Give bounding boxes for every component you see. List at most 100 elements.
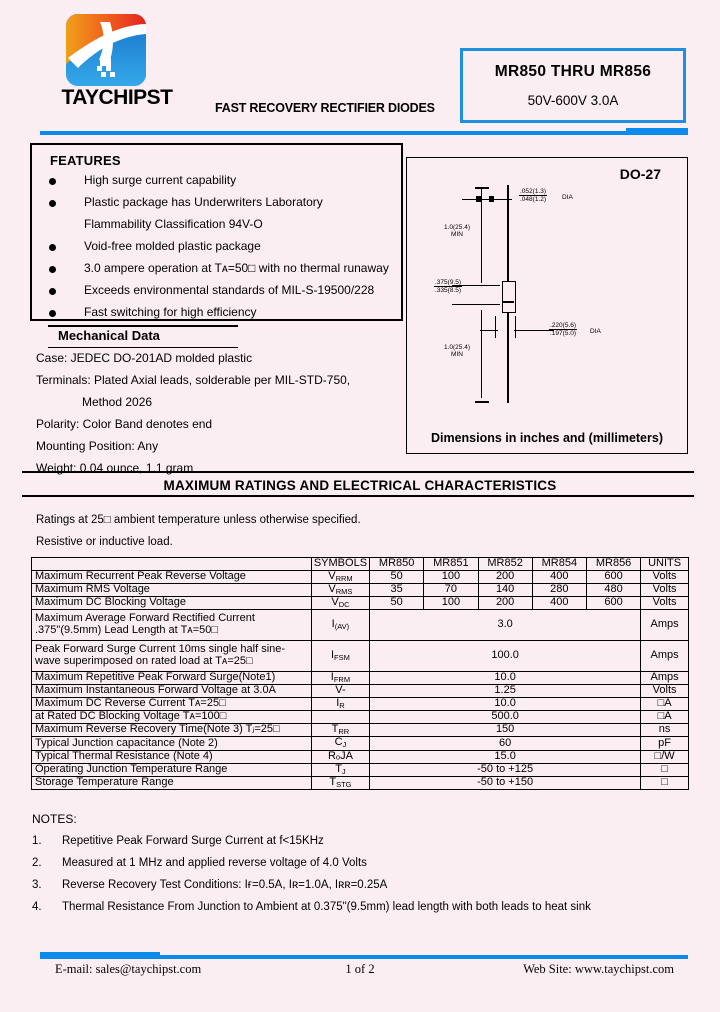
- value-all-parts: 3.0: [369, 609, 642, 642]
- body-dia-num: .220(5.6): [549, 322, 578, 331]
- table-row: Maximum DC Blocking Voltage VDC 50 100 2…: [31, 596, 689, 611]
- unit: Amps: [640, 671, 689, 686]
- symbol-subscript: FSM: [334, 653, 350, 663]
- note-text: Thermal Resistance From Junction to Ambi…: [62, 901, 591, 913]
- value-all-parts: 100.0: [369, 640, 642, 673]
- value-all-parts: -50 to +150: [369, 775, 642, 790]
- load-condition-note: Resistive or inductive load.: [36, 536, 173, 548]
- feature-text: Fast switching for high efficiency: [84, 305, 257, 319]
- diagram-caption: Dimensions in inches and (millimeters): [430, 431, 663, 445]
- symbol-subscript: STG: [336, 779, 352, 789]
- param-symbol: IFSM: [310, 640, 371, 673]
- body-dia-dimension: .220(5.6) .197(5.0): [549, 322, 578, 338]
- value-mr852: 140: [477, 582, 533, 598]
- value-mr851: 100: [423, 569, 479, 584]
- param-name: Maximum DC Blocking Voltage: [31, 596, 312, 611]
- symbol-subscript: J: [341, 766, 346, 776]
- param-symbol: TJ: [310, 762, 371, 777]
- top-length-dimension: 1.0(25.4) MIN: [433, 224, 481, 239]
- col-header-mr851: MR851: [423, 557, 479, 571]
- note-number: 1.: [32, 835, 42, 847]
- bottom-length-value: 1.0(25.4): [443, 344, 471, 351]
- symbol-subscript: J: [342, 740, 347, 750]
- table-row: Maximum DC Reverse Current Tᴀ=25□ IR 10.…: [31, 697, 689, 712]
- param-symbol: TRR: [310, 723, 371, 738]
- dim-arrow-top: [481, 275, 483, 283]
- note-item: 1. Repetitive Peak Forward Surge Current…: [32, 835, 692, 847]
- body-dia-label: DIA: [590, 328, 601, 335]
- value-mr856: 600: [585, 596, 642, 611]
- note-item: 4. Thermal Resistance From Junction to A…: [32, 901, 692, 913]
- unit: □: [640, 762, 689, 777]
- param-symbol: [310, 710, 371, 725]
- notes-section: NOTES: 1. Repetitive Peak Forward Surge …: [32, 812, 692, 923]
- value-mr854: 280: [531, 582, 587, 598]
- value-mr851: 70: [423, 582, 479, 598]
- param-symbol: TSTG: [310, 775, 371, 790]
- feature-item-continuation: Flammability Classification 94V-O: [48, 217, 398, 239]
- feature-text: High surge current capability: [84, 173, 237, 187]
- table-row: Operating Junction Temperature Range TJ …: [31, 762, 689, 777]
- unit: ns: [640, 723, 689, 738]
- table-row: Typical Junction capacitance (Note 2) CJ…: [31, 736, 689, 751]
- param-symbol: VRRM: [310, 569, 371, 584]
- table-row: Maximum Recurrent Peak Reverse Voltage V…: [31, 569, 689, 584]
- symbol-base: T: [335, 762, 342, 775]
- company-name: TAYCHIPST: [61, 86, 173, 109]
- param-name: Operating Junction Temperature Range: [31, 762, 312, 777]
- mechanical-rule-bottom: [48, 347, 238, 348]
- feature-item: High surge current capability: [48, 173, 398, 195]
- param-name: Peak Forward Surge Current 10ms single h…: [31, 640, 312, 673]
- unit: Amps: [640, 609, 689, 642]
- col-header-mr850: MR850: [369, 557, 425, 571]
- param-name: Maximum Average Forward Rectified Curren…: [31, 609, 312, 642]
- value-all-parts: 60: [369, 736, 642, 751]
- param-name-line2: .375"(9.5mm) Lead Length at Tᴀ=50□: [35, 624, 219, 637]
- section-rule-bottom: [22, 495, 694, 497]
- param-symbol: RₒJA: [310, 749, 371, 764]
- unit: Volts: [640, 569, 689, 584]
- unit: □A: [640, 697, 689, 712]
- param-symbol: VRMS: [310, 582, 371, 598]
- col-header-mr854: MR854: [531, 557, 587, 571]
- table-row: Storage Temperature Range TSTG -50 to +1…: [31, 775, 689, 790]
- symbol-base: V: [328, 582, 336, 595]
- feature-item: Void-free molded plastic package: [48, 239, 398, 261]
- col-header-symbols: SYMBOLS: [310, 557, 371, 571]
- value-mr851: 100: [423, 596, 479, 611]
- company-logo: TAYCHIPST: [58, 14, 173, 109]
- logo-svg: [66, 14, 146, 86]
- lead-dia-label: DIA: [562, 194, 573, 201]
- footer-website[interactable]: Web Site: www.taychipst.com: [523, 962, 674, 977]
- symbol-subscript: RR: [338, 727, 350, 737]
- symbol-subscript: RRM: [335, 573, 353, 583]
- value-mr852: 200: [477, 596, 533, 611]
- top-length-value: 1.0(25.4): [443, 224, 471, 231]
- package-diagram: DO-27 .052(1.3) .048(1.2) DIA 1.0(25.4) …: [406, 157, 688, 454]
- symbol-base: C: [334, 736, 343, 749]
- param-symbol: IR: [310, 697, 371, 712]
- unit: □: [640, 775, 689, 790]
- mechanical-line: Terminals: Plated Axial leads, solderabl…: [36, 373, 351, 387]
- symbol-subscript: R: [339, 701, 345, 711]
- body-dia-ext-left: [495, 316, 497, 338]
- note-number: 2.: [32, 857, 42, 869]
- mechanical-line: Weight: 0.04 ounce, 1.1 gram: [36, 461, 194, 475]
- footer-divider: [40, 955, 688, 959]
- unit: Amps: [640, 640, 689, 673]
- value-all-parts: -50 to +125: [369, 762, 642, 777]
- symbol-subscript: RMS: [335, 586, 353, 596]
- body-dia-den: .197(5.0): [550, 330, 577, 338]
- param-name: at Rated DC Blocking Voltage Tᴀ=100□: [31, 710, 312, 725]
- param-name-line1: Maximum Average Forward Rectified Curren…: [35, 612, 255, 625]
- note-text: Reverse Recovery Test Conditions: Iғ=0.5…: [62, 879, 388, 891]
- col-header-units: UNITS: [640, 557, 689, 571]
- bullet-icon: [49, 288, 56, 295]
- feature-item: Fast switching for high efficiency: [48, 305, 398, 327]
- param-name: Typical Thermal Resistance (Note 4): [31, 749, 312, 764]
- value-mr852: 200: [477, 569, 533, 584]
- param-name-line2: wave superimposed on rated load at Tᴀ=25…: [35, 655, 253, 668]
- lead-dia-arrow-left: [476, 196, 481, 202]
- feature-text: Void-free molded plastic package: [84, 239, 261, 253]
- col-header-parameter: [31, 557, 312, 571]
